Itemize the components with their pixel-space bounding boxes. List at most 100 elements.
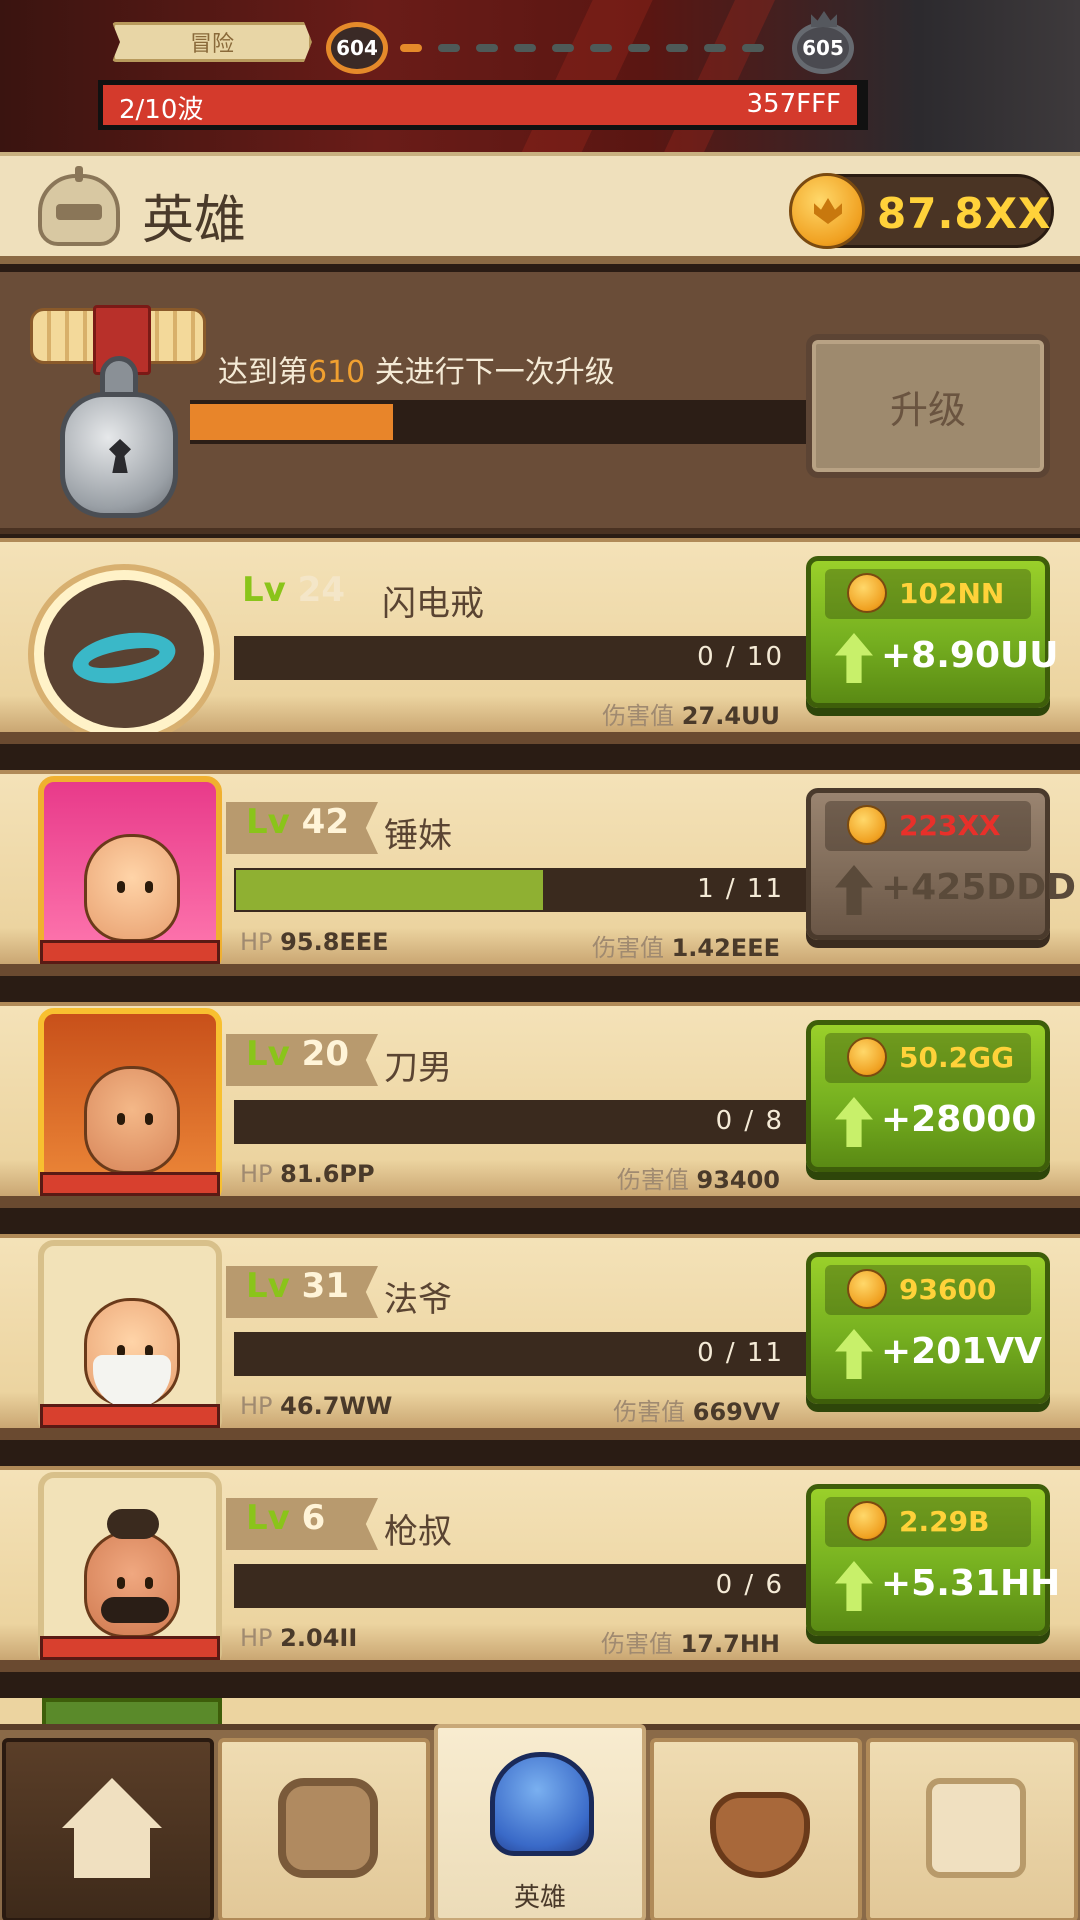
gain-value: +201VV — [881, 1331, 1043, 1372]
tab-heroes-label: 英雄 — [513, 1883, 566, 1913]
upgrade-button[interactable]: 升级 — [806, 334, 1050, 478]
hp-stat: HP 2.04II — [240, 1624, 357, 1652]
arrow-up-icon — [835, 1561, 873, 1611]
stage-dash — [704, 44, 726, 52]
xp-text: 1 / 11 — [697, 874, 784, 904]
xp-text: 0 / 8 — [715, 1106, 784, 1136]
current-stage-node: 604 — [326, 22, 388, 74]
helmet-icon — [38, 166, 120, 246]
gold-coin-icon — [847, 805, 887, 845]
requirement-level: 610 — [308, 355, 366, 390]
cost-row: 102NN — [825, 569, 1031, 619]
tab-alchemy[interactable] — [650, 1738, 862, 1920]
tab-treasure[interactable] — [866, 1738, 1078, 1920]
cost-row: 50.2GG — [825, 1033, 1031, 1083]
level-number: 6 — [301, 1498, 326, 1538]
keyhole-icon — [109, 439, 131, 473]
stage-dash — [628, 44, 650, 52]
tab-heroes[interactable]: 英雄 — [434, 1724, 646, 1920]
level-up-button[interactable]: 50.2GG +28000 — [806, 1020, 1050, 1172]
list-item-hero: Lv 42 锤妹 1 / 11 HP 95.8EEE 伤害值 1.42EEE 2… — [0, 770, 1080, 976]
stage-dash — [666, 44, 688, 52]
level-tag: Lv 20 — [226, 1034, 378, 1086]
hero-face — [84, 1298, 180, 1409]
hp-label: HP — [240, 1392, 273, 1420]
gold-coin-icon — [847, 1037, 887, 1077]
requirement-suffix: 关进行下一次升级 — [365, 355, 615, 390]
arrow-up-icon — [835, 1097, 873, 1147]
hp-stat: HP 81.6PP — [240, 1160, 375, 1188]
arrow-up-icon — [835, 865, 873, 915]
stage-dash — [438, 44, 460, 52]
item-frame[interactable] — [28, 564, 220, 744]
xp-text: 0 / 10 — [697, 642, 784, 672]
level-up-button[interactable]: 102NN +8.90UU — [806, 556, 1058, 708]
cost-row: 2.29B — [825, 1497, 1031, 1547]
hero-portrait[interactable] — [38, 1472, 222, 1668]
stage-dash — [742, 44, 764, 52]
team-upgrade-panel: 达到第610 关进行下一次升级 升级 — [0, 272, 1080, 534]
xp-bar: 0 / 6 — [234, 1564, 806, 1608]
cost-value: 93600 — [899, 1273, 997, 1306]
damage-label: 伤害值 — [600, 1630, 673, 1658]
bottom-nav: 英雄 — [0, 1724, 1080, 1920]
hair-bun — [107, 1509, 159, 1539]
page-title: 英雄 — [142, 191, 247, 251]
heroes-header: 英雄 87.8XX — [0, 152, 1080, 264]
hp-label: HP — [240, 1160, 273, 1188]
mode-banner[interactable]: 冒险 — [112, 22, 312, 62]
gain-value: +28000 — [881, 1099, 1037, 1140]
hp-value: 46.7WW — [280, 1392, 393, 1420]
level-up-button[interactable]: 223XX +425DDD — [806, 788, 1076, 940]
level-tag: Lv 6 — [226, 1498, 378, 1550]
damage-stat: 伤害值 1.42EEE — [592, 928, 780, 963]
tab-camp[interactable] — [2, 1738, 214, 1920]
hero-portrait[interactable] — [38, 1008, 222, 1204]
wave-counter: 2/10波 — [119, 95, 204, 125]
arrow-up-icon — [835, 633, 873, 683]
hero-helmet-icon — [490, 1752, 594, 1856]
level-number: 20 — [301, 1034, 349, 1074]
gain-row: +201VV — [825, 1323, 1043, 1387]
list-item-equipment: Lv 24 闪电戒 0 / 10 伤害值 27.4UU 102NN +8.90U… — [0, 538, 1080, 744]
stage-dash — [514, 44, 536, 52]
stage-dash — [552, 44, 574, 52]
hero-hp-bar — [40, 1172, 220, 1196]
list-item-hero: Lv 20 刀男 0 / 8 HP 81.6PP 伤害值 93400 50.2G… — [0, 1002, 1080, 1208]
list-item-hero: Lv 6 枪叔 0 / 6 HP 2.04II 伤害值 17.7HH 2.29B… — [0, 1466, 1080, 1672]
hp-value: 95.8EEE — [280, 928, 389, 956]
hero-hp-bar — [40, 940, 220, 964]
rune-stone-icon — [278, 1778, 378, 1878]
xp-bar: 0 / 8 — [234, 1100, 806, 1144]
damage-value: 17.7HH — [680, 1630, 780, 1658]
gold-coin-icon — [847, 1269, 887, 1309]
level-prefix: Lv — [246, 1266, 290, 1306]
stage-dash — [590, 44, 612, 52]
level-tag: Lv 42 — [226, 802, 378, 854]
gold-coin-icon — [847, 573, 887, 613]
level-up-button[interactable]: 93600 +201VV — [806, 1252, 1050, 1404]
cost-value: 223XX — [899, 809, 1001, 842]
hp-value: 81.6PP — [280, 1160, 375, 1188]
hero-face — [84, 1509, 180, 1638]
hero-portrait[interactable] — [38, 1240, 222, 1436]
mustache — [101, 1597, 169, 1623]
tab-runes[interactable] — [218, 1738, 430, 1920]
stage-dash — [400, 44, 422, 52]
hp-value: 2.04II — [280, 1624, 358, 1652]
level-up-button[interactable]: 2.29B +5.31HH — [806, 1484, 1060, 1636]
xp-fill — [236, 870, 543, 910]
damage-label: 伤害值 — [602, 702, 675, 730]
hp-stat: HP 46.7WW — [240, 1392, 392, 1420]
damage-label: 伤害值 — [613, 1398, 686, 1426]
level-number: 24 — [297, 570, 345, 610]
gain-row: +5.31HH — [825, 1555, 1060, 1619]
damage-value: 1.42EEE — [671, 934, 780, 962]
mode-label: 冒险 — [189, 32, 234, 57]
camp-tent-icon — [62, 1778, 162, 1878]
current-stage-number: 604 — [336, 36, 378, 60]
hero-portrait[interactable] — [38, 776, 222, 972]
wave-hp-bar: 2/10波 357FFF — [98, 80, 868, 130]
damage-value: 27.4UU — [681, 702, 780, 730]
battle-status-bar: 冒险 604 605 2/10波 357FFF — [0, 0, 1080, 155]
